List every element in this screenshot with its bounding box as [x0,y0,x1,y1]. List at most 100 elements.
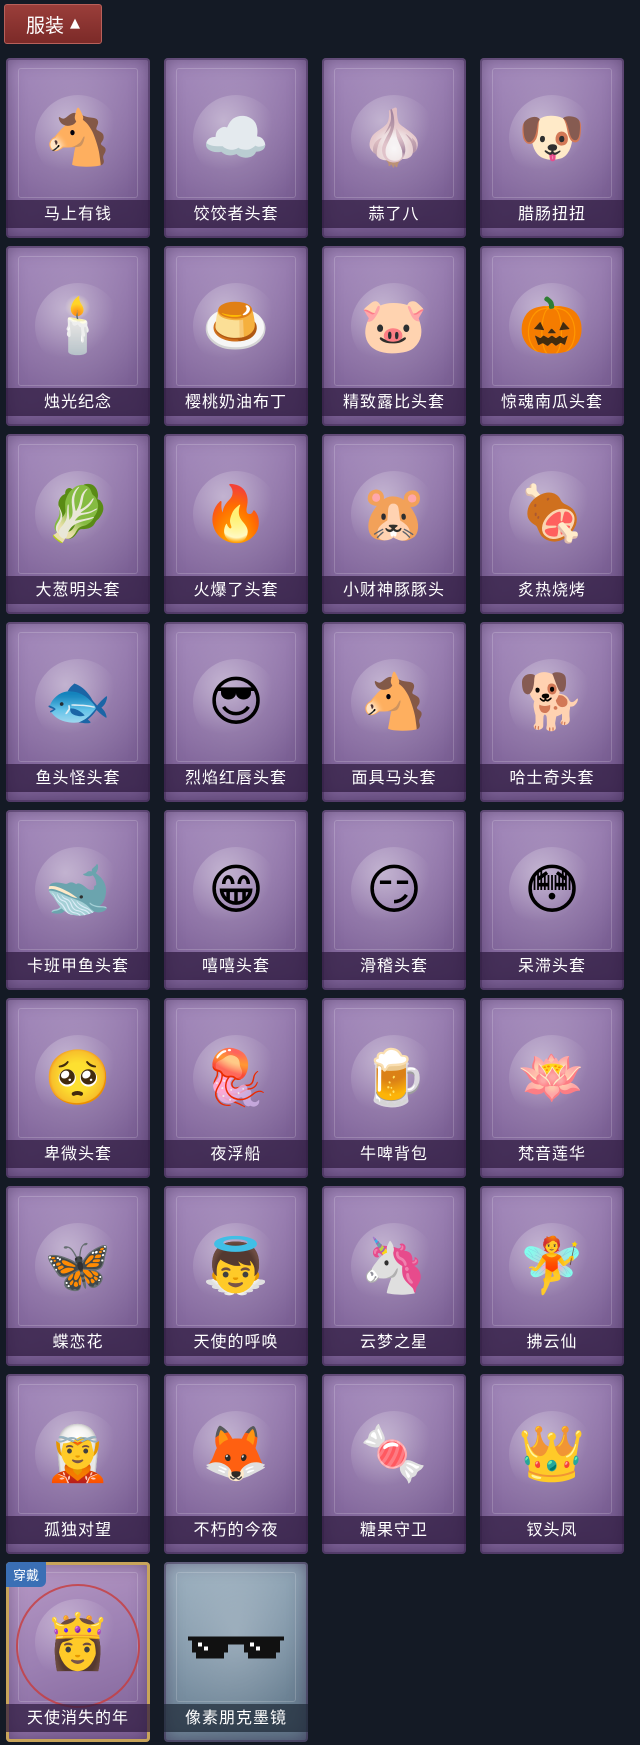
costume-name: 呆滞头套 [480,952,624,980]
costume-card[interactable]: 🔥 火爆了头套 [164,434,308,614]
costume-card-equipped[interactable]: 👸 穿戴天使消失的年 [6,1562,150,1742]
costume-image: 😏 [351,846,437,933]
costume-image: 🧝 [35,1410,121,1497]
costume-card[interactable]: 像素朋克墨镜 [164,1562,308,1742]
costume-image: 🥬 [35,470,121,557]
costume-image: 🎃 [509,282,595,369]
costume-image: ☁️ [193,94,279,181]
costume-image: 🐴 [351,658,437,745]
costume-image: 👸 [35,1598,121,1685]
pixel-sunglasses-icon [188,1636,284,1659]
costume-image: 🥺 [35,1034,121,1121]
costume-name: 炙热烧烤 [480,576,624,604]
costume-card[interactable]: 🐴 面具马头套 [322,622,466,802]
costume-card[interactable]: 🐴 马上有钱 [6,58,150,238]
costume-name: 蝶恋花 [6,1328,150,1356]
costume-image: 😁 [193,846,279,933]
costume-card[interactable]: 😳 呆滞头套 [480,810,624,990]
costume-card[interactable]: 👑 钗头凤 [480,1374,624,1554]
costume-image: 🔥 [193,470,279,557]
costume-name: 拂云仙 [480,1328,624,1356]
costume-card[interactable]: 🪷 梵音莲华 [480,998,624,1178]
costume-card[interactable]: 👼 天使的呼唤 [164,1186,308,1366]
costume-image: 👼 [193,1222,279,1309]
costume-image: 🍖 [509,470,595,557]
costume-name: 小财神豚豚头 [322,576,466,604]
costume-image: 🐋 [35,846,121,933]
costume-name: 梵音莲华 [480,1140,624,1168]
costume-name: 哈士奇头套 [480,764,624,792]
costume-name: 大葱明头套 [6,576,150,604]
section-title: 服装 [25,14,64,37]
costume-image: 🧚 [509,1222,595,1309]
costume-image: 🧄 [351,94,437,181]
costume-image: 🦋 [35,1222,121,1309]
costume-section-toggle[interactable]: 服装 ▲ [4,4,102,44]
equipped-badge: 穿戴 [6,1562,47,1587]
costume-name: 蒜了八 [322,200,466,228]
costume-name: 云梦之星 [322,1328,466,1356]
costume-card[interactable]: 🍮 樱桃奶油布丁 [164,246,308,426]
costume-image: 🐹 [351,470,437,557]
costume-name: 腊肠扭扭 [480,200,624,228]
costume-card[interactable]: 🥺 卑微头套 [6,998,150,1178]
costume-grid: 🐴 马上有钱 ☁️ 饺饺者头套 🧄 蒜了八 🐶 腊肠扭扭 🕯️ 烛光纪念 🍮 樱桃奶油布丁 🐷 精致露比头… [6,58,624,1742]
costume-name: 夜浮船 [164,1140,308,1168]
costume-name: 像素朋克墨镜 [164,1704,308,1732]
costume-card[interactable]: 🍬 糖果守卫 [322,1374,466,1554]
costume-card[interactable]: 🍺 牛啤背包 [322,998,466,1178]
costume-card[interactable]: 🪼 夜浮船 [164,998,308,1178]
costume-image: 🐶 [509,94,595,181]
costume-name: 惊魂南瓜头套 [480,388,624,416]
costume-card[interactable]: 🧝 孤独对望 [6,1374,150,1554]
costume-name: 烛光纪念 [6,388,150,416]
costume-card[interactable]: 🦊 不朽的今夜 [164,1374,308,1554]
costume-name: 樱桃奶油布丁 [164,388,308,416]
costume-name: 牛啤背包 [322,1140,466,1168]
costume-card[interactable]: 🐕 哈士奇头套 [480,622,624,802]
costume-card[interactable]: 😏 滑稽头套 [322,810,466,990]
costume-card[interactable]: 🐹 小财神豚豚头 [322,434,466,614]
costume-image: 🪷 [509,1034,595,1121]
costume-card[interactable]: 🦄 云梦之星 [322,1186,466,1366]
costume-card[interactable]: 🕯️ 烛光纪念 [6,246,150,426]
costume-card[interactable]: 🧚 拂云仙 [480,1186,624,1366]
costume-card[interactable]: 🎃 惊魂南瓜头套 [480,246,624,426]
costume-card[interactable]: ☁️ 饺饺者头套 [164,58,308,238]
costume-name: 鱼头怪头套 [6,764,150,792]
costume-card[interactable]: 🦋 蝶恋花 [6,1186,150,1366]
costume-image: 🐕 [509,658,595,745]
costume-name: 卡班甲鱼头套 [6,952,150,980]
costume-name: 面具马头套 [322,764,466,792]
costume-card[interactable]: 😎 烈焰红唇头套 [164,622,308,802]
costume-image: 🐷 [351,282,437,369]
costume-image: 🍬 [351,1410,437,1497]
costume-card[interactable]: 😁 嘻嘻头套 [164,810,308,990]
costume-image: 🐴 [35,94,121,181]
costume-name: 嘻嘻头套 [164,952,308,980]
costume-image: 🕯️ [35,282,121,369]
costume-image: 😳 [509,846,595,933]
costume-name: 饺饺者头套 [164,200,308,228]
costume-name: 马上有钱 [6,200,150,228]
costume-card[interactable]: 🧄 蒜了八 [322,58,466,238]
chevron-up-icon: ▲ [70,15,80,31]
costume-name: 火爆了头套 [164,576,308,604]
costume-card[interactable]: 🐶 腊肠扭扭 [480,58,624,238]
costume-image: 😎 [193,658,279,745]
costume-name: 滑稽头套 [322,952,466,980]
costume-name: 烈焰红唇头套 [164,764,308,792]
costume-card[interactable]: 🐋 卡班甲鱼头套 [6,810,150,990]
costume-card[interactable]: 🍖 炙热烧烤 [480,434,624,614]
costume-image: 🍮 [193,282,279,369]
costume-name: 卑微头套 [6,1140,150,1168]
costume-card[interactable]: 🐟 鱼头怪头套 [6,622,150,802]
costume-name: 精致露比头套 [322,388,466,416]
costume-name: 天使消失的年 [6,1704,150,1732]
costume-card[interactable]: 🐷 精致露比头套 [322,246,466,426]
costume-image: 🍺 [351,1034,437,1121]
costume-card[interactable]: 🥬 大葱明头套 [6,434,150,614]
costume-name: 孤独对望 [6,1516,150,1544]
costume-name: 天使的呼唤 [164,1328,308,1356]
costume-name: 钗头凤 [480,1516,624,1544]
